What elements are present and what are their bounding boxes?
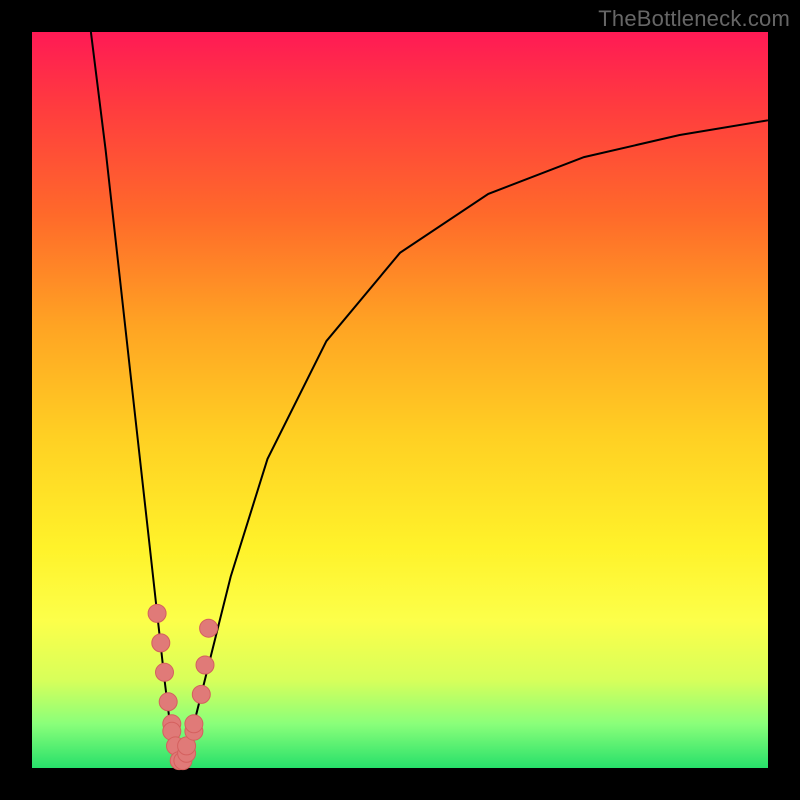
curve-svg: [32, 32, 768, 768]
sample-dot: [156, 663, 174, 681]
sample-dot: [152, 634, 170, 652]
sample-dot: [192, 685, 210, 703]
watermark-text: TheBottleneck.com: [598, 6, 790, 32]
sample-dot: [196, 656, 214, 674]
bottleneck-curve-right: [179, 120, 768, 768]
bottleneck-curve-left: [91, 32, 179, 768]
sample-dot: [185, 715, 203, 733]
sample-dot: [200, 619, 218, 637]
plot-area: [32, 32, 768, 768]
chart-frame: TheBottleneck.com: [0, 0, 800, 800]
sample-dot: [148, 604, 166, 622]
sample-dot: [159, 693, 177, 711]
